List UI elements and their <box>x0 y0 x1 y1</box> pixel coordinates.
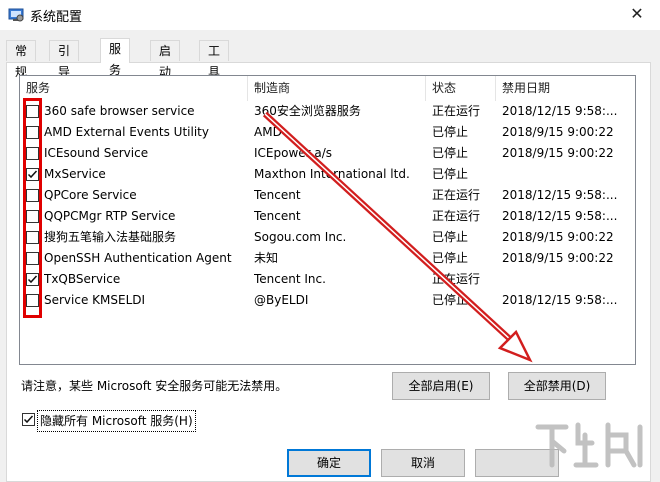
status-cell: 已停止 <box>432 251 469 265</box>
manufacturer-cell: Sogou.com Inc. <box>254 230 347 244</box>
service-name-cell: QPCore Service <box>44 188 137 202</box>
manufacturer-cell: Tencent <box>254 209 301 223</box>
disabled-date-cell: 2018/9/15 9:00:22 <box>502 146 614 160</box>
service-name-cell: 360 safe browser service <box>44 104 195 118</box>
service-checkbox[interactable] <box>26 252 39 265</box>
title-bar: 系统配置 ✕ <box>0 0 660 30</box>
column-header-manufacturer[interactable]: 制造商 <box>248 76 426 101</box>
list-item[interactable]: OpenSSH Authentication Agent 未知 已停止 2018/9/… <box>20 248 635 269</box>
manufacturer-cell: Maxthon International ltd. <box>254 167 410 181</box>
status-cell: 正在运行 <box>432 188 481 202</box>
list-item[interactable]: MxService Maxthon International ltd. 已停止 <box>20 164 635 185</box>
status-cell: 正在运行 <box>432 104 481 118</box>
checkmark-icon <box>27 275 38 284</box>
services-list[interactable]: 服务 制造商 状态 禁用日期 360 safe browser service 3… <box>19 75 636 365</box>
disabled-date-cell: 2018/9/15 9:00:22 <box>502 125 614 139</box>
apply-button[interactable] <box>475 449 559 477</box>
manufacturer-cell: 未知 <box>254 251 279 265</box>
close-button[interactable]: ✕ <box>614 0 660 30</box>
status-cell: 正在运行 <box>432 209 481 223</box>
manufacturer-cell: ICEpower a/s <box>254 146 333 160</box>
status-cell: 已停止 <box>432 125 469 139</box>
service-checkbox[interactable] <box>26 126 39 139</box>
tab-boot[interactable]: 引导 <box>49 40 80 79</box>
manufacturer-cell: Tencent Inc. <box>254 272 326 286</box>
disabled-date-cell: 2018/9/15 9:00:22 <box>502 230 614 244</box>
tab-startup[interactable]: 启动 <box>150 40 181 79</box>
service-name-cell: OpenSSH Authentication Agent <box>44 251 232 265</box>
service-name-cell: Service KMSELDI <box>44 293 146 307</box>
hide-microsoft-services-checkbox[interactable] <box>22 413 35 426</box>
checkmark-icon <box>27 170 38 179</box>
disabled-date-cell: 2018/12/15 9:58:... <box>502 188 618 202</box>
system-config-app-icon <box>8 8 24 22</box>
microsoft-security-note: 请注意，某些 Microsoft 安全服务可能无法禁用。 <box>21 379 288 393</box>
list-item[interactable]: QQPCMgr RTP Service Tencent 正在运行 2018/12/15… <box>20 206 635 227</box>
manufacturer-cell: 360安全浏览器服务 <box>254 104 361 118</box>
ok-button[interactable]: 确定 <box>287 449 371 477</box>
service-name-cell: QQPCMgr RTP Service <box>44 209 176 223</box>
cancel-button[interactable]: 取消 <box>381 449 465 477</box>
disabled-date-cell <box>502 269 632 290</box>
manufacturer-cell: Tencent <box>254 188 301 202</box>
list-item[interactable]: ICEsound Service ICEpower a/s 已停止 2018/9/15… <box>20 143 635 164</box>
status-cell: 已停止 <box>432 167 469 181</box>
service-name-cell: MxService <box>44 167 106 181</box>
service-checkbox[interactable] <box>26 105 39 118</box>
hide-microsoft-services-label: 隐藏所有 Microsoft 服务(H) <box>37 410 196 432</box>
status-cell: 已停止 <box>432 293 469 307</box>
service-checkbox[interactable] <box>26 147 39 160</box>
manufacturer-cell: @ByELDI <box>254 293 309 307</box>
tab-general[interactable]: 常规 <box>6 40 37 79</box>
disabled-date-cell: 2018/12/15 9:58:... <box>502 293 618 307</box>
list-item[interactable]: QPCore Service Tencent 正在运行 2018/12/15 9:58… <box>20 185 635 206</box>
column-header-disabled-date[interactable]: 禁用日期 <box>496 76 635 101</box>
tab-tools[interactable]: 工具 <box>199 40 230 79</box>
status-cell: 已停止 <box>432 146 469 160</box>
disabled-date-cell: 2018/12/15 9:58:... <box>502 209 618 223</box>
window-title: 系统配置 <box>30 10 83 25</box>
column-header-service[interactable]: 服务 <box>20 76 248 101</box>
service-checkbox[interactable] <box>26 189 39 202</box>
list-item[interactable]: 360 safe browser service 360安全浏览器服务 正在运行 20… <box>20 101 635 122</box>
disabled-date-cell: 2018/9/15 9:00:22 <box>502 251 614 265</box>
enable-all-button[interactable]: 全部启用(E) <box>392 372 490 400</box>
status-cell: 正在运行 <box>432 272 481 286</box>
manufacturer-cell: AMD <box>254 125 282 139</box>
checkmark-icon <box>23 415 34 424</box>
column-header-status[interactable]: 状态 <box>426 76 496 101</box>
list-item[interactable]: 搜狗五笔输入法基础服务 Sogou.com Inc. 已停止 2018/9/15 9:… <box>20 227 635 248</box>
system-config-window: 系统配置 ✕ 常规 引导 服务 启动 工具 服务 制造商 状态 禁用日期 360… <box>0 0 660 482</box>
disabled-date-cell: 2018/12/15 9:58:... <box>502 104 618 118</box>
service-checkbox[interactable] <box>26 210 39 223</box>
list-item[interactable]: Service KMSELDI @ByELDI 已停止 2018/12/15 9:58… <box>20 290 635 311</box>
disable-all-button[interactable]: 全部禁用(D) <box>508 372 606 400</box>
service-checkbox[interactable] <box>26 294 39 307</box>
service-name-cell: AMD External Events Utility <box>44 125 209 139</box>
status-cell: 已停止 <box>432 230 469 244</box>
list-item[interactable]: AMD External Events Utility AMD 已停止 2018/9/… <box>20 122 635 143</box>
service-name-cell: TxQBService <box>44 272 121 286</box>
list-item[interactable]: TxQBService Tencent Inc. 正在运行 <box>20 269 635 290</box>
service-checkbox[interactable] <box>26 231 39 244</box>
service-checkbox[interactable] <box>26 273 39 286</box>
service-name-cell: ICEsound Service <box>44 146 149 160</box>
disabled-date-cell <box>502 164 632 185</box>
service-name-cell: 搜狗五笔输入法基础服务 <box>44 230 177 244</box>
service-checkbox[interactable] <box>26 168 39 181</box>
tab-services[interactable]: 服务 <box>100 38 131 77</box>
close-icon: ✕ <box>630 4 644 23</box>
